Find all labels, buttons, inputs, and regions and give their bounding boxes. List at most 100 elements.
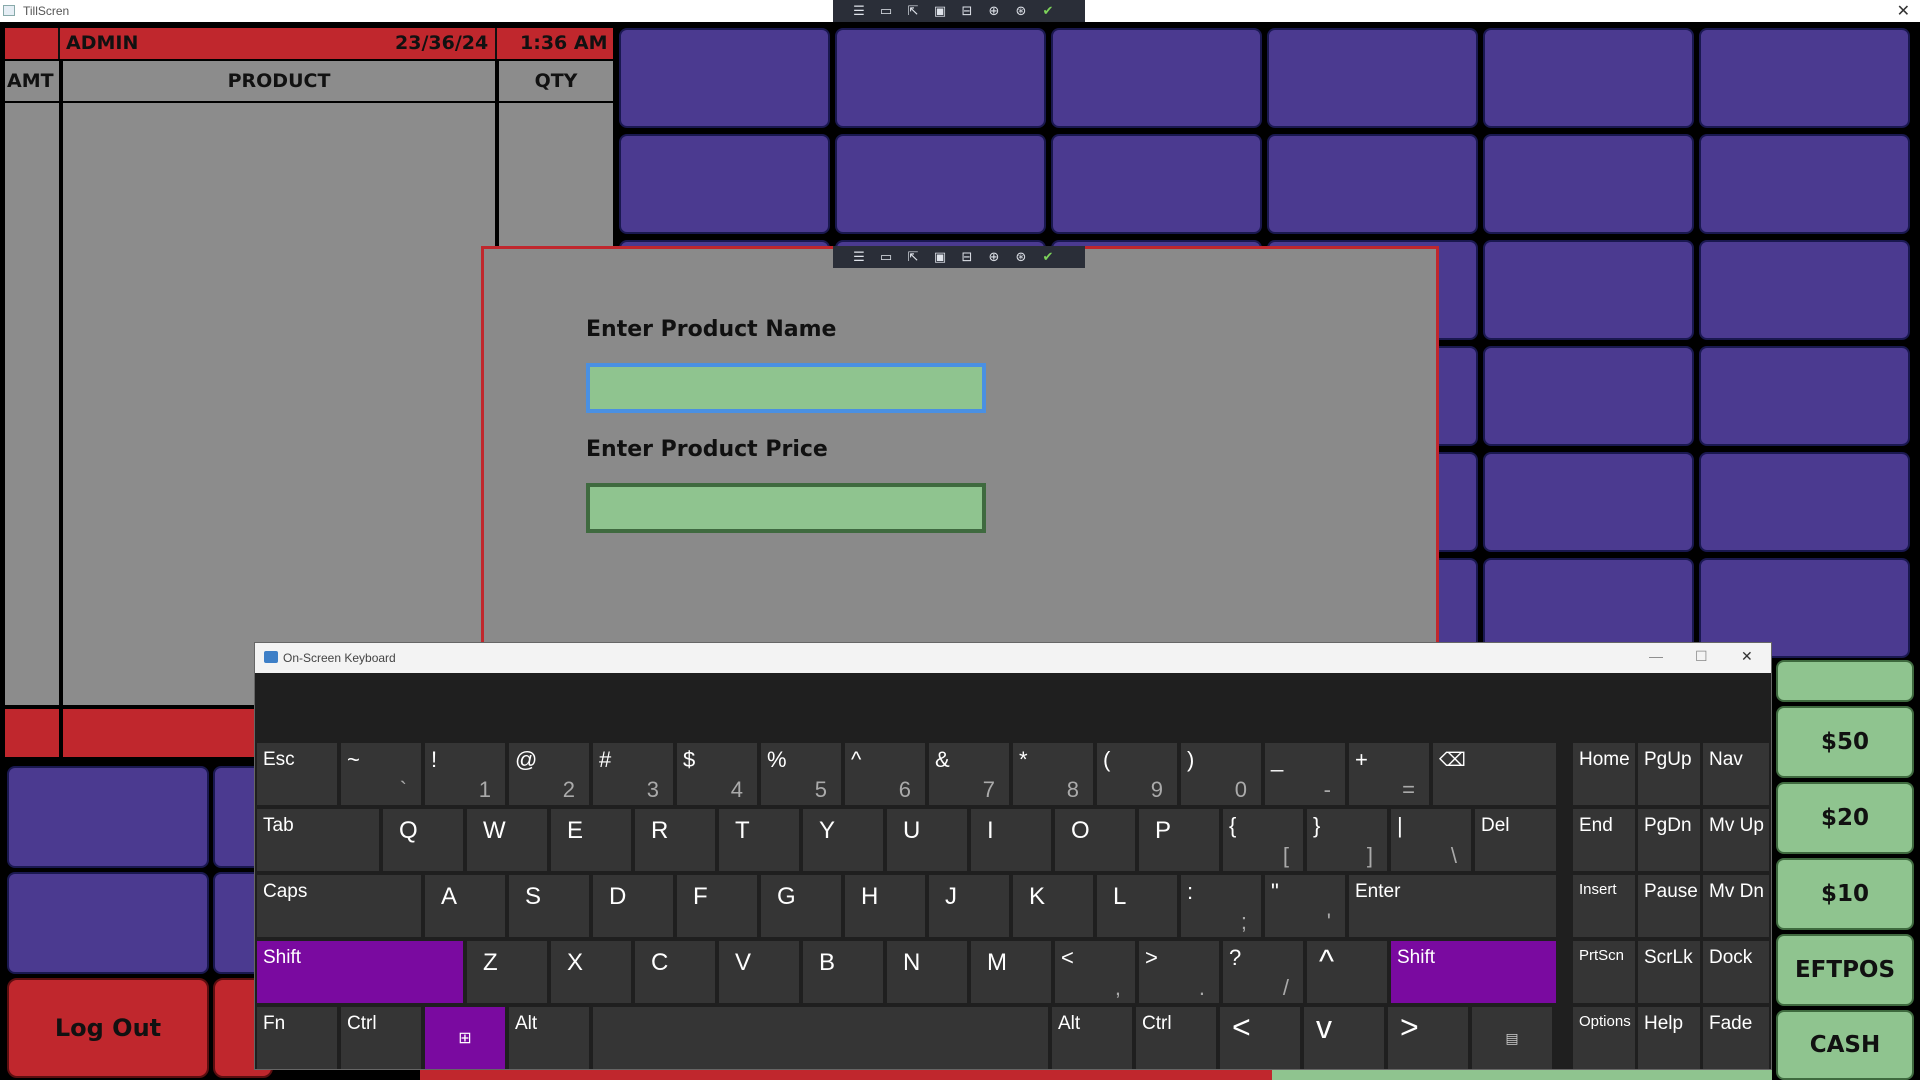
pay-50-button[interactable]: $50 bbox=[1776, 706, 1914, 778]
key-symbol[interactable]: _ - bbox=[1265, 743, 1345, 805]
key-symbol[interactable]: | \ bbox=[1391, 809, 1471, 871]
product-tile[interactable] bbox=[1483, 452, 1694, 552]
key-symbol[interactable]: >. bbox=[1139, 941, 1219, 1003]
key-w[interactable]: W bbox=[467, 809, 547, 871]
ctrl-key[interactable]: Ctrl bbox=[341, 1007, 421, 1069]
key-z[interactable]: Z bbox=[467, 941, 547, 1003]
product-tile[interactable] bbox=[1699, 452, 1910, 552]
eftpos-button[interactable]: EFTPOS bbox=[1776, 934, 1914, 1006]
nav-key-scrlk[interactable]: ScrLk bbox=[1638, 941, 1700, 1003]
key-f[interactable]: F bbox=[677, 875, 757, 937]
product-tile[interactable] bbox=[1051, 28, 1262, 128]
product-tile[interactable] bbox=[835, 28, 1046, 128]
product-tile[interactable] bbox=[1699, 28, 1910, 128]
product-column[interactable] bbox=[63, 103, 495, 705]
key-7[interactable]: & 7 bbox=[929, 743, 1009, 805]
product-tile[interactable] bbox=[835, 134, 1046, 234]
enter-key[interactable]: Enter bbox=[1349, 875, 1556, 937]
key-v[interactable]: V bbox=[719, 941, 799, 1003]
key-a[interactable]: A bbox=[425, 875, 505, 937]
check-icon[interactable]: ✔ bbox=[1037, 248, 1059, 266]
space-key[interactable] bbox=[593, 1007, 1048, 1069]
shift-key[interactable]: Shift bbox=[1391, 941, 1556, 1003]
key-1[interactable]: ! 1 bbox=[425, 743, 505, 805]
del-key[interactable]: Del bbox=[1475, 809, 1556, 871]
fit-icon[interactable]: ▣ bbox=[929, 248, 951, 266]
gamepad-icon[interactable]: ⊕ bbox=[983, 2, 1005, 20]
nav-key-end[interactable]: End bbox=[1573, 809, 1635, 871]
close-icon[interactable]: ✕ bbox=[1741, 648, 1753, 665]
product-tile[interactable] bbox=[1051, 134, 1262, 234]
nav-key-fade[interactable]: Fade bbox=[1703, 1007, 1769, 1069]
function-button[interactable] bbox=[7, 766, 209, 868]
key-i[interactable]: I bbox=[971, 809, 1051, 871]
caps-key[interactable]: Caps bbox=[257, 875, 421, 937]
key-j[interactable]: J bbox=[929, 875, 1009, 937]
product-tile[interactable] bbox=[1267, 134, 1478, 234]
check-icon[interactable]: ✔ bbox=[1037, 2, 1059, 20]
close-icon[interactable]: ✕ bbox=[1897, 1, 1910, 20]
function-button[interactable] bbox=[7, 872, 209, 974]
key-symbol[interactable]: :; bbox=[1181, 875, 1261, 937]
nav-key-dock[interactable]: Dock bbox=[1703, 941, 1769, 1003]
minimize-icon[interactable]: — bbox=[1649, 648, 1663, 664]
key-p[interactable]: P bbox=[1139, 809, 1219, 871]
product-tile[interactable] bbox=[1483, 28, 1694, 128]
menu-icon[interactable]: ☰ bbox=[848, 248, 870, 266]
key-9[interactable]: (9 bbox=[1097, 743, 1177, 805]
product-tile[interactable] bbox=[1483, 134, 1694, 234]
key-t[interactable]: T bbox=[719, 809, 799, 871]
product-name-input[interactable] bbox=[586, 363, 986, 413]
nav-key-mv-up[interactable]: Mv Up bbox=[1703, 809, 1769, 871]
camera-icon[interactable]: ▭ bbox=[875, 2, 897, 20]
nav-key-home[interactable]: Home bbox=[1573, 743, 1635, 805]
key-6[interactable]: ^ 6 bbox=[845, 743, 925, 805]
nav-key-pause[interactable]: Pause bbox=[1638, 875, 1700, 937]
key-g[interactable]: G bbox=[761, 875, 841, 937]
payment-button[interactable] bbox=[1776, 660, 1914, 702]
accessibility-icon[interactable]: ⊛ bbox=[1010, 248, 1032, 266]
nav-key-pgup[interactable]: PgUp bbox=[1638, 743, 1700, 805]
nav-key-insert[interactable]: Insert bbox=[1573, 875, 1635, 937]
nav-key-nav[interactable]: Nav bbox=[1703, 743, 1769, 805]
key-o[interactable]: O bbox=[1055, 809, 1135, 871]
arrow-key[interactable]: v bbox=[1304, 1007, 1384, 1069]
key-symbol[interactable]: }] bbox=[1307, 809, 1387, 871]
product-tile[interactable] bbox=[1483, 240, 1694, 340]
tab-key[interactable]: Tab bbox=[257, 809, 379, 871]
pointer-icon[interactable]: ⇱ bbox=[902, 248, 924, 266]
backspace-icon[interactable]: ⌫ bbox=[1433, 743, 1556, 805]
nav-key-pgdn[interactable]: PgDn bbox=[1638, 809, 1700, 871]
key-symbol[interactable]: {[ bbox=[1223, 809, 1303, 871]
product-tile[interactable] bbox=[1483, 346, 1694, 446]
key-2[interactable]: @2 bbox=[509, 743, 589, 805]
key-symbol[interactable]: ? / bbox=[1223, 941, 1303, 1003]
key-c[interactable]: C bbox=[635, 941, 715, 1003]
key-symbol[interactable]: + = bbox=[1349, 743, 1429, 805]
key-u[interactable]: U bbox=[887, 809, 967, 871]
product-tile[interactable] bbox=[1267, 28, 1478, 128]
product-price-input[interactable] bbox=[586, 483, 986, 533]
pay-10-button[interactable]: $10 bbox=[1776, 858, 1914, 930]
pointer-icon[interactable]: ⇱ bbox=[902, 2, 924, 20]
key-q[interactable]: Q bbox=[383, 809, 463, 871]
key-8[interactable]: * 8 bbox=[1013, 743, 1093, 805]
arrow-key[interactable]: > bbox=[1388, 1007, 1468, 1069]
nav-key-mv-dn[interactable]: Mv Dn bbox=[1703, 875, 1769, 937]
key-symbol[interactable]: <, bbox=[1055, 941, 1135, 1003]
menu-key[interactable]: ▤ bbox=[1472, 1007, 1552, 1069]
key-s[interactable]: S bbox=[509, 875, 589, 937]
key-x[interactable]: X bbox=[551, 941, 631, 1003]
alt-key[interactable]: Alt bbox=[509, 1007, 589, 1069]
windows-key[interactable]: ⊞ bbox=[425, 1007, 505, 1069]
key-3[interactable]: #3 bbox=[593, 743, 673, 805]
camera-icon[interactable]: ▭ bbox=[875, 248, 897, 266]
key-y[interactable]: Y bbox=[803, 809, 883, 871]
nav-key-help[interactable]: Help bbox=[1638, 1007, 1700, 1069]
key-m[interactable]: M bbox=[971, 941, 1051, 1003]
display-icon[interactable]: ⊟ bbox=[956, 2, 978, 20]
logout-button[interactable]: Log Out bbox=[7, 978, 209, 1078]
key-symbol[interactable]: ~ ` bbox=[341, 743, 421, 805]
key-0[interactable]: ) 0 bbox=[1181, 743, 1261, 805]
product-tile[interactable] bbox=[619, 134, 830, 234]
